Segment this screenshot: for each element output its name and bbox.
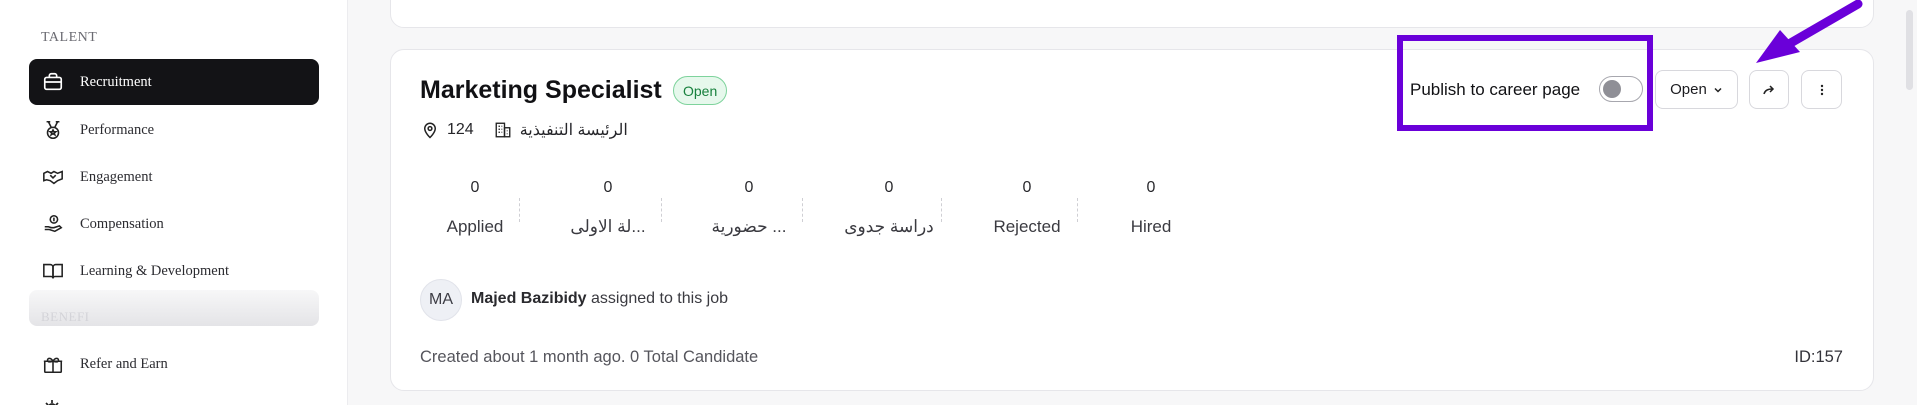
share-button[interactable] <box>1749 70 1789 109</box>
stage-in-person[interactable]: 0 ... حضورية <box>679 178 819 237</box>
gift-icon <box>41 352 65 376</box>
sidebar-item-label: Recruitment <box>80 73 152 90</box>
share-icon <box>1763 84 1775 94</box>
job-title[interactable]: Marketing Specialist <box>420 76 662 105</box>
chevron-down-icon <box>1714 87 1722 93</box>
created-info: Created about 1 month ago. 0 Total Candi… <box>420 348 759 366</box>
job-id: ID:157 <box>1794 348 1843 366</box>
sidebar: TALENT Recruitment Performance Engagemen… <box>0 0 348 405</box>
stage-count: 0 <box>1146 179 1156 196</box>
more-vertical-icon <box>1820 84 1823 95</box>
avatar: MA <box>420 279 462 321</box>
sidebar-item-recruitment[interactable]: Recruitment <box>29 59 319 105</box>
stage-label: Applied <box>446 217 504 236</box>
status-dropdown[interactable]: Open <box>1655 70 1738 109</box>
sidebar-item-refer-and-earn[interactable]: Refer and Earn <box>29 341 319 387</box>
job-card-previous <box>390 0 1874 28</box>
sidebar-item-compensation[interactable]: Compensation <box>29 201 319 247</box>
building-icon <box>494 121 512 139</box>
publish-label: Publish to career page <box>1410 80 1581 99</box>
assignee-line: Majed Bazibidy assigned to this job <box>471 290 728 308</box>
scrollbar-thumb[interactable] <box>1906 10 1913 90</box>
job-meta: 124 الرئيسة التنفيذية <box>421 120 628 140</box>
stage-label: دراسة جدوى <box>844 217 934 236</box>
sidebar-item-label: Performance <box>80 121 155 138</box>
sidebar-item-engagement[interactable]: Engagement <box>29 154 319 200</box>
stage-label: ... حضورية <box>711 217 787 236</box>
stage-count: 0 <box>884 179 894 196</box>
stage-label: Rejected <box>993 217 1061 236</box>
scrollbar[interactable] <box>1901 0 1917 405</box>
sidebar-section-faded: BENEFI <box>29 290 319 326</box>
status-dropdown-label: Open <box>1670 81 1707 98</box>
location-pin-icon <box>421 121 439 139</box>
stage-label: ...لة الاولى <box>570 217 646 236</box>
job-location: 124 <box>447 121 474 138</box>
stage-label: Hired <box>1130 217 1172 236</box>
sidebar-item-label: Refer and Earn <box>80 355 168 372</box>
stage-count: 0 <box>470 179 480 196</box>
publish-toggle[interactable] <box>1599 76 1643 102</box>
settings-icon[interactable] <box>41 396 63 405</box>
sidebar-item-performance[interactable]: Performance <box>29 107 319 153</box>
book-icon <box>41 259 65 283</box>
handshake-icon <box>41 165 65 189</box>
sidebar-item-label: Compensation <box>80 215 164 232</box>
briefcase-icon <box>41 70 65 94</box>
section-label-benefits: BENEFI <box>41 309 90 324</box>
stage-feasibility-study[interactable]: 0 دراسة جدوى <box>819 178 959 237</box>
stage-count: 0 <box>603 179 613 196</box>
stage-hired[interactable]: 0 Hired <box>1081 178 1221 237</box>
assignee-suffix: assigned to this job <box>586 290 728 307</box>
assignee-name: Majed Bazibidy <box>471 290 587 307</box>
stage-first-interview[interactable]: 0 ...لة الاولى <box>538 178 678 237</box>
more-options-button[interactable] <box>1801 70 1842 109</box>
stage-rejected[interactable]: 0 Rejected <box>957 178 1097 237</box>
stage-applied[interactable]: 0 Applied <box>405 178 545 237</box>
stage-count: 0 <box>1022 179 1032 196</box>
sidebar-item-label: Learning & Development <box>80 262 229 279</box>
hand-coin-icon <box>41 212 65 236</box>
section-label-talent: TALENT <box>41 30 98 45</box>
sidebar-item-label: Engagement <box>80 168 153 185</box>
annotation-arrow-icon <box>1756 0 1863 63</box>
status-badge: Open <box>673 76 728 105</box>
job-department: الرئيسة التنفيذية <box>519 122 628 139</box>
sidebar-item-learning-development[interactable]: Learning & Development <box>29 248 319 294</box>
stage-count: 0 <box>744 179 754 196</box>
medal-icon <box>41 118 65 142</box>
